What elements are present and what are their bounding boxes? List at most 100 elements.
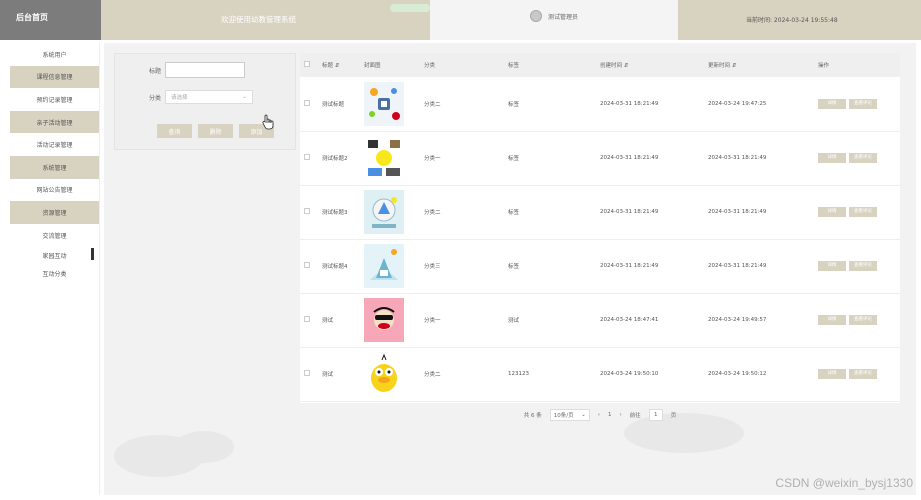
row-updated: 2024-03-31 18:21:49 <box>704 239 814 294</box>
sidebar-item-label: 系统管理 <box>42 164 67 172</box>
row-tag: 标签 <box>504 239 596 294</box>
background-decoration <box>174 431 234 463</box>
user-area[interactable]: 测试管理员 <box>390 0 678 40</box>
title-input[interactable] <box>165 62 245 78</box>
view-comments-button[interactable]: 查看评论 <box>849 153 877 163</box>
sidebar-item-bookings[interactable]: 预约记录管理 <box>10 88 99 111</box>
cover-image[interactable] <box>364 190 404 234</box>
column-header-label: 创建时间 <box>600 63 623 69</box>
brand-home[interactable]: 后台首页 <box>0 0 101 40</box>
sidebar-item-label: 系统用户 <box>42 51 67 59</box>
sidebar-item-users[interactable]: 系统用户 <box>10 43 99 66</box>
row-checkbox[interactable] <box>304 154 310 160</box>
detail-button[interactable]: 详情 <box>818 207 846 217</box>
sidebar-item-system[interactable]: 系统管理 <box>10 155 99 179</box>
current-time: 当前时间: 2024-03-24 19:55:48 <box>678 0 921 40</box>
data-table: 标题 ⇵ 封面图 分类 标签 创建时间 ⇵ 更新时间 ⇵ 操作 测试标题 分类二… <box>300 53 900 403</box>
sidebar-item-communication[interactable]: 交流管理 <box>10 224 99 247</box>
sidebar-subitem-label: 家园互动 <box>42 252 67 260</box>
row-title: 测试标题4 <box>318 239 360 294</box>
row-actions: 详情 查看评论 <box>814 77 900 132</box>
row-category: 分类二 <box>420 77 504 132</box>
search-buttons: 查询 删除 添加 <box>157 124 274 138</box>
row-title: 测试 <box>318 347 360 402</box>
page-size-select[interactable]: 10条/页 ⌄ <box>549 409 590 421</box>
detail-button[interactable]: 详情 <box>818 153 846 163</box>
row-updated: 2024-03-24 19:50:12 <box>704 347 814 402</box>
main-content: 标题 分类 请选择 ⌄ 查询 删除 添加 标题 ⇵ 封面图 分类 标签 创建时间… <box>104 43 916 495</box>
category-select[interactable]: 请选择 ⌄ <box>165 90 253 104</box>
row-cover <box>360 293 420 348</box>
column-actions: 操作 <box>814 53 900 77</box>
sidebar-item-activities[interactable]: 亲子活动管理 <box>10 110 99 134</box>
current-page[interactable]: 1 <box>608 412 612 418</box>
row-actions: 详情 查看评论 <box>814 347 900 402</box>
column-created[interactable]: 创建时间 ⇵ <box>596 53 704 77</box>
cover-image[interactable] <box>364 352 404 396</box>
row-checkbox[interactable] <box>304 316 310 322</box>
row-title: 测试标题3 <box>318 185 360 240</box>
row-title: 测试标题2 <box>318 131 360 186</box>
sidebar-subitem-interaction[interactable]: 家园互动 <box>10 246 99 264</box>
view-comments-button[interactable]: 查看评论 <box>849 315 877 325</box>
row-checkbox[interactable] <box>304 208 310 214</box>
hand-cursor-icon <box>262 114 274 130</box>
cover-image[interactable] <box>364 81 404 126</box>
row-updated: 2024-03-31 18:21:49 <box>704 185 814 240</box>
column-updated[interactable]: 更新时间 ⇵ <box>704 53 814 77</box>
row-cover <box>360 347 420 402</box>
active-indicator <box>91 248 94 261</box>
sidebar-item-notices[interactable]: 网站公告管理 <box>10 179 99 202</box>
row-cover <box>360 239 420 294</box>
sidebar-item-label: 活动记录管理 <box>36 142 73 150</box>
sort-icon: ⇵ <box>623 63 629 69</box>
row-tag: 标签 <box>504 185 596 240</box>
row-select-cell <box>300 131 318 186</box>
row-checkbox[interactable] <box>304 262 310 268</box>
column-category: 分类 <box>420 53 504 77</box>
row-category: 分类一 <box>420 293 504 348</box>
view-comments-button[interactable]: 查看评论 <box>849 369 877 379</box>
avatar[interactable] <box>529 10 542 22</box>
row-created: 2024-03-31 18:21:49 <box>596 77 704 132</box>
view-comments-button[interactable]: 查看评论 <box>849 98 877 109</box>
detail-button[interactable]: 详情 <box>818 98 846 109</box>
sidebar-item-activity-records[interactable]: 活动记录管理 <box>10 133 99 156</box>
row-created: 2024-03-31 18:21:49 <box>596 239 704 294</box>
row-checkbox[interactable] <box>304 370 310 376</box>
cover-image[interactable] <box>364 298 404 342</box>
detail-button[interactable]: 详情 <box>818 369 846 379</box>
title-label: 标题 <box>148 67 161 75</box>
user-name: 测试管理员 <box>547 13 578 21</box>
sidebar-item-resources[interactable]: 资源管理 <box>10 201 99 224</box>
column-title[interactable]: 标题 ⇵ <box>318 53 360 77</box>
sidebar-item-courses[interactable]: 课程信息管理 <box>10 65 99 89</box>
row-category: 分类三 <box>420 239 504 294</box>
cover-image[interactable] <box>364 244 404 288</box>
select-all-checkbox[interactable] <box>304 61 310 67</box>
row-cover <box>360 185 420 240</box>
row-created: 2024-03-24 19:50:10 <box>596 347 704 402</box>
delete-button[interactable]: 删除 <box>198 124 233 138</box>
query-button[interactable]: 查询 <box>157 124 192 138</box>
category-row: 分类 请选择 ⌄ <box>115 90 253 104</box>
row-category: 分类二 <box>420 347 504 402</box>
view-comments-button[interactable]: 查看评论 <box>849 207 877 217</box>
sidebar: 系统用户 课程信息管理 预约记录管理 亲子活动管理 活动记录管理 系统管理 网站… <box>10 43 100 495</box>
next-page-button[interactable]: › <box>619 412 621 418</box>
row-cover <box>360 77 420 132</box>
goto-page-input[interactable]: 1 <box>648 409 663 421</box>
row-created: 2024-03-31 18:21:49 <box>596 131 704 186</box>
page-size-value: 10条/页 <box>553 413 574 419</box>
sidebar-subitem-interaction-category[interactable]: 互动分类 <box>10 264 99 282</box>
cover-image[interactable] <box>364 136 404 180</box>
row-select-cell <box>300 293 318 348</box>
prev-page-button[interactable]: ‹ <box>598 412 600 418</box>
sort-icon: ⇵ <box>334 63 340 69</box>
row-checkbox[interactable] <box>304 99 310 106</box>
detail-button[interactable]: 详情 <box>818 261 846 271</box>
detail-button[interactable]: 详情 <box>818 315 846 325</box>
row-created: 2024-03-24 18:47:41 <box>596 293 704 348</box>
pagination: 共 6 条 10条/页 ⌄ ‹ 1 › 前往 1 页 <box>300 407 900 423</box>
view-comments-button[interactable]: 查看评论 <box>849 261 877 271</box>
